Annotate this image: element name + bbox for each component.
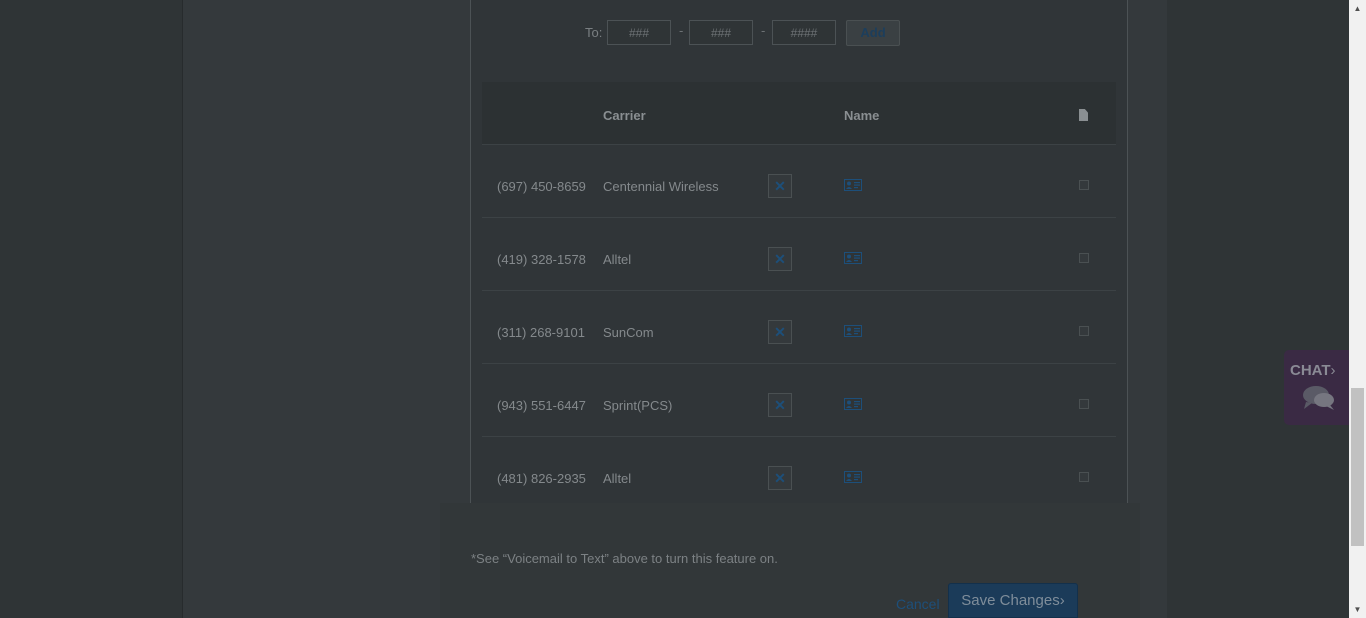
close-icon: ✕ [774, 178, 786, 194]
background-right [1167, 0, 1349, 618]
vertical-scrollbar[interactable]: ▲ ▼ [1349, 0, 1366, 618]
contact-card-icon[interactable] [844, 325, 862, 337]
remove-number-button[interactable]: ✕ [768, 247, 792, 271]
phone-number: (481) 826-2935 [497, 471, 586, 486]
cancel-link[interactable]: Cancel [896, 596, 940, 612]
save-changes-button[interactable]: Save Changes› [948, 583, 1078, 618]
remove-number-button[interactable]: ✕ [768, 320, 792, 344]
remove-number-button[interactable]: ✕ [768, 174, 792, 198]
contact-card-icon[interactable] [844, 398, 862, 410]
table-row: (697) 450-8659 Centennial Wireless ✕ [482, 145, 1116, 218]
chat-widget[interactable]: CHAT› [1284, 350, 1350, 425]
table-row: (481) 826-2935 Alltel ✕ [482, 437, 1116, 509]
select-row-checkbox[interactable] [1079, 253, 1089, 263]
close-icon: ✕ [774, 397, 786, 413]
phone-number: (419) 328-1578 [497, 252, 586, 267]
background-left [0, 0, 182, 618]
carrier-name: SunCom [603, 325, 654, 340]
blocked-numbers-panel: To: ### - ### - #### Add Carrier Name (6… [470, 0, 1128, 530]
chat-label: CHAT› [1290, 362, 1336, 379]
remove-number-button[interactable]: ✕ [768, 393, 792, 417]
contact-card-icon[interactable] [844, 252, 862, 264]
carrier-name: Alltel [603, 471, 632, 486]
line-number-input[interactable]: #### [772, 20, 836, 45]
select-row-checkbox[interactable] [1079, 326, 1089, 336]
table-row: (419) 328-1578 Alltel ✕ [482, 218, 1116, 291]
select-row-checkbox[interactable] [1079, 399, 1089, 409]
chat-bubble-icon [1303, 386, 1334, 410]
carrier-column-header: Carrier [603, 108, 646, 123]
close-icon: ✕ [774, 324, 786, 340]
carrier-name: Sprint(PCS) [603, 398, 673, 413]
table-header: Carrier Name [482, 82, 1116, 145]
separator-dash: - [761, 23, 766, 38]
phone-number: (697) 450-8659 [497, 179, 586, 194]
add-button[interactable]: Add [846, 20, 900, 46]
contact-card-icon[interactable] [844, 471, 862, 483]
close-icon: ✕ [774, 470, 786, 486]
to-label: To: [585, 25, 603, 40]
contact-card-icon[interactable] [844, 179, 862, 191]
select-row-checkbox[interactable] [1079, 472, 1089, 482]
carrier-name: Alltel [603, 252, 632, 267]
document-icon [1079, 109, 1088, 121]
scroll-down-arrow-icon[interactable]: ▼ [1349, 601, 1366, 618]
phone-number: (311) 268-9101 [497, 325, 585, 340]
blocked-numbers-table: Carrier Name (697) 450-8659 Centennial Wi… [482, 82, 1116, 509]
scroll-up-arrow-icon[interactable]: ▲ [1349, 0, 1366, 17]
save-changes-label: Save Changes [961, 592, 1060, 609]
area-code-input[interactable]: ### [607, 20, 671, 45]
prefix-input[interactable]: ### [689, 20, 753, 45]
to-number-row: To: ### - ### - #### Add [471, 0, 1127, 69]
chevron-right-icon: › [1059, 592, 1065, 609]
remove-number-button[interactable]: ✕ [768, 466, 792, 490]
table-row: (943) 551-6447 Sprint(PCS) ✕ [482, 364, 1116, 437]
table-row: (311) 268-9101 SunCom ✕ [482, 291, 1116, 364]
name-column-header: Name [844, 108, 880, 123]
voicemail-to-text-note: *See “Voicemail to Text” above to turn t… [471, 551, 778, 566]
select-row-checkbox[interactable] [1079, 180, 1089, 190]
chevron-right-icon: › [1330, 362, 1336, 379]
carrier-name: Centennial Wireless [603, 179, 719, 194]
scrollbar-thumb[interactable] [1351, 388, 1364, 546]
close-icon: ✕ [774, 251, 786, 267]
separator-dash: - [679, 23, 684, 38]
phone-number: (943) 551-6447 [497, 398, 586, 413]
